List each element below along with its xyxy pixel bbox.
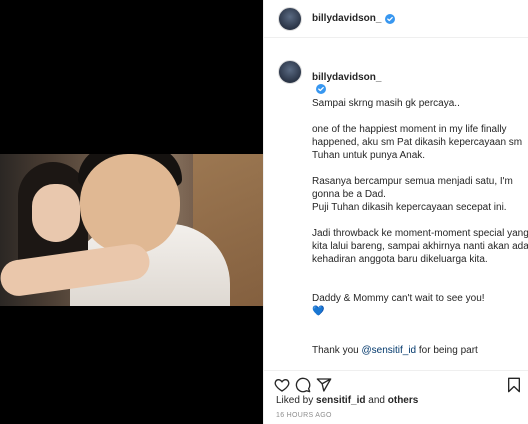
verified-badge-icon (316, 84, 326, 94)
caption-username[interactable]: billydavidson_ (312, 72, 381, 83)
caption: billydavidson_ Sampai skrng masih gk per… (264, 58, 528, 370)
post-photo[interactable] (0, 154, 263, 306)
post-header: billydavidson_ (264, 0, 528, 38)
likes-text: Liked by sensitif_id and others (276, 395, 419, 406)
liked-by-others[interactable]: others (388, 395, 419, 406)
mention-link[interactable]: @sensitif_id (361, 345, 416, 356)
post-side-panel: billydavidson_ billydavidson_ Sampai skr… (263, 0, 528, 424)
share-icon[interactable] (316, 377, 332, 393)
caption-first-line: Sampai skrng masih gk percaya.. (312, 98, 460, 109)
comments-area[interactable]: billydavidson_ Sampai skrng masih gk per… (264, 58, 528, 370)
bookmark-icon[interactable] (506, 377, 522, 393)
blue-heart-emoji: 💙 (312, 306, 325, 317)
liked-by-user[interactable]: sensitif_id (316, 395, 365, 406)
heart-icon[interactable] (274, 377, 290, 393)
caption-paragraph: Rasanya bercampur semua menjadi satu, I'… (312, 176, 513, 213)
post-media[interactable] (0, 0, 263, 424)
comment-icon[interactable] (295, 377, 311, 393)
timestamp[interactable]: 16 HOURS AGO (276, 412, 332, 419)
caption-paragraph: Jadi throwback ke moment-moment special … (312, 228, 528, 265)
caption-paragraph: Daddy & Mommy can't wait to see you! (312, 293, 485, 304)
action-bar: Liked by sensitif_id and others 16 HOURS… (264, 370, 528, 424)
caption-avatar[interactable] (278, 60, 302, 84)
verified-badge-icon (385, 13, 396, 24)
header-username[interactable]: billydavidson_ (312, 13, 381, 24)
avatar[interactable] (278, 6, 302, 31)
caption-body: billydavidson_ Sampai skrng masih gk per… (312, 58, 528, 370)
caption-paragraph: one of the happiest moment in my life fi… (312, 124, 523, 161)
caption-truncated-prefix: Thank you (312, 345, 362, 356)
caption-truncated-suffix: for being part (416, 345, 478, 356)
